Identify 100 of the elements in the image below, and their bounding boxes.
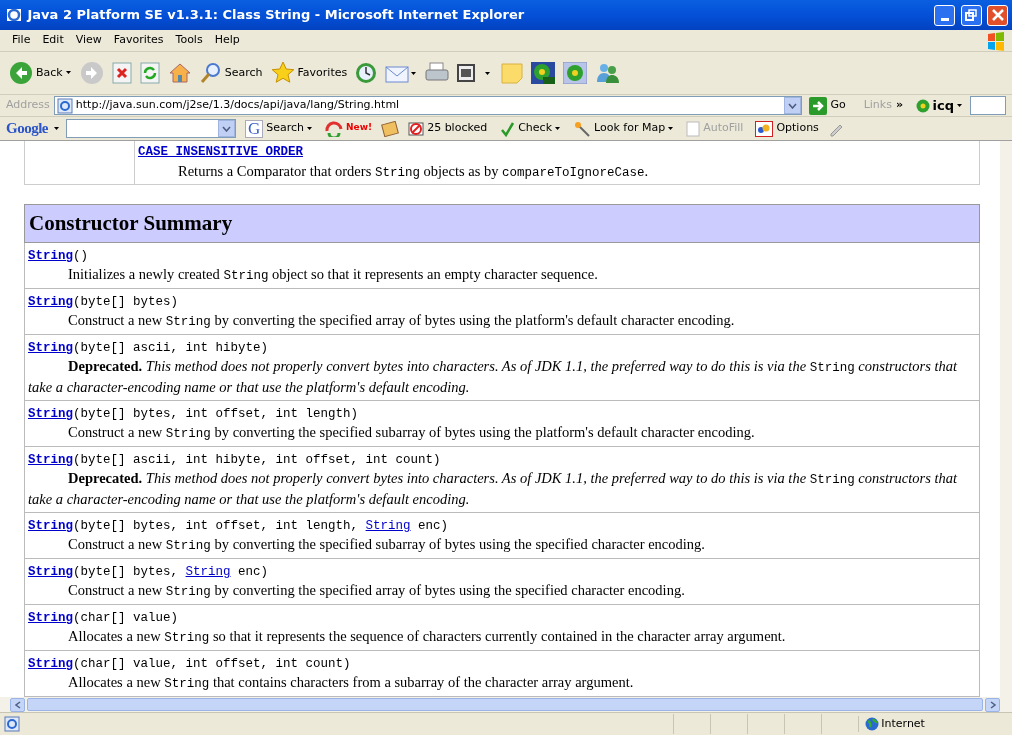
- window-title: Java 2 Platform SE v1.3.1: Class String - Microsoft Internet Explorer: [27, 6, 526, 25]
- map-button[interactable]: Look for Map: [570, 118, 678, 139]
- parameter-list: (byte[] bytes): [73, 295, 179, 310]
- constructor-description: Initializes a newly created String object so that it represents an empty character sequence.: [68, 266, 598, 283]
- address-label: Address: [6, 97, 50, 114]
- popup-blocker-button[interactable]: 25 blocked: [405, 118, 491, 139]
- spell-check-button[interactable]: Check: [496, 118, 565, 139]
- scroll-left-icon[interactable]: [14, 700, 21, 709]
- deprecation-note: Deprecated. This method does not properly convert bytes into characters. As of JDK 1.1, the preferred way to do this is via the String constructors that take a character-encoding name or that use the platform's default encoding.: [28, 358, 957, 396]
- field-link[interactable]: CASE_INSENSITIVE_ORDER: [138, 145, 304, 159]
- blocked-window-icon: [408, 120, 425, 137]
- parameter-list: (): [73, 249, 89, 264]
- field-description: Returns a Comparator that orders String objects as by compareToIgnoreCase.: [178, 162, 649, 179]
- constructor-link[interactable]: String: [28, 611, 73, 626]
- windows-flag-icon: [986, 30, 1006, 51]
- section-heading: Constructor Summary: [25, 204, 979, 243]
- parameter-list: (byte[] bytes, int offset, int length): [73, 407, 359, 422]
- caret-icon: [668, 126, 675, 131]
- flower-icon: [563, 62, 588, 84]
- deprecation-note: Deprecated. This method does not properly convert bytes into characters. As of JDK 1.1, the preferred way to do this is via the String constructors that take a character-encoding name or that use the platform's default encoding.: [28, 470, 957, 508]
- constructor-description: Allocates a new String that contains characters from a subarray of the character array argument.: [68, 674, 634, 691]
- notepad-icon[interactable]: [381, 120, 400, 137]
- search-field[interactable]: [66, 119, 236, 138]
- printer-icon: [425, 62, 450, 84]
- search-button[interactable]: G Search: [242, 117, 317, 140]
- menu-item[interactable]: Tools: [169, 30, 209, 51]
- constructor-link[interactable]: String: [28, 453, 73, 468]
- google-logo[interactable]: Google: [6, 117, 48, 140]
- constructor-description: Construct a new String by converting the specified array of bytes using the platform's default character encoding.: [68, 312, 735, 329]
- globe-icon: [864, 717, 879, 731]
- star-icon: [270, 61, 295, 85]
- icq-button[interactable]: icq: [912, 93, 966, 118]
- constructor-link[interactable]: String: [28, 657, 73, 672]
- caret-icon: [307, 126, 314, 131]
- zone-label: Internet: [881, 715, 925, 732]
- news-button[interactable]: New!: [322, 118, 376, 139]
- flower-icon: [915, 98, 930, 113]
- search-icon: [199, 62, 222, 84]
- options-icon: [755, 120, 774, 137]
- constructor-link[interactable]: String: [28, 519, 73, 534]
- checkmark-icon: [499, 120, 516, 137]
- scroll-right-icon[interactable]: [989, 700, 996, 709]
- constructor-link[interactable]: String: [28, 565, 73, 580]
- back-button[interactable]: Back: [6, 59, 75, 87]
- search-field[interactable]: [970, 96, 1006, 115]
- wand-icon: [573, 120, 592, 137]
- constructor-description: Allocates a new String so that it represents the sequence of characters currently contained in the character array argument.: [68, 628, 786, 645]
- form-icon: [686, 120, 701, 137]
- favorites-button[interactable]: Favorites: [267, 59, 351, 87]
- menu-item[interactable]: View: [69, 30, 108, 51]
- caret-icon: [555, 126, 562, 131]
- constructor-description: Construct a new String by converting the specified array of bytes using the specified character encoding.: [68, 582, 685, 599]
- maximize-icon: [965, 9, 977, 21]
- constructor-link[interactable]: String: [28, 341, 73, 356]
- parameter-list: (byte[] ascii, int hibyte, int offset, int count): [73, 453, 441, 468]
- clock-icon: [355, 62, 378, 84]
- constructor-link[interactable]: String: [28, 407, 73, 422]
- dropdown-icon: [788, 102, 798, 109]
- menu-item[interactable]: Help: [208, 30, 246, 51]
- refresh-icon: [139, 62, 160, 84]
- sticky-note-icon: [501, 62, 524, 84]
- caret-icon: [957, 103, 963, 108]
- address-field[interactable]: http://java.sun.com/j2se/1.3/docs/api/java/lang/String.html: [53, 96, 803, 115]
- parameter-list: (byte[] ascii, int hibyte): [73, 341, 269, 356]
- caret-icon: [54, 126, 60, 131]
- parameter-list: (byte[] bytes,: [73, 565, 186, 580]
- parameter-list: enc): [410, 519, 449, 534]
- page-icon: [56, 97, 73, 114]
- parameter-list: (byte[] bytes, int offset, int length,: [73, 519, 366, 534]
- chevron-button[interactable]: »: [895, 97, 904, 114]
- minimize-icon: [940, 17, 949, 21]
- stop-icon: [111, 62, 132, 84]
- people-icon: [595, 62, 622, 84]
- constructor-description: Construct a new String by converting the specified subarray of bytes using the platform's default character encoding.: [68, 424, 755, 441]
- type-link[interactable]: String: [365, 519, 411, 534]
- menu-item[interactable]: Edit: [36, 30, 70, 51]
- swirl-icon: [325, 120, 344, 137]
- caret-icon: [65, 71, 72, 75]
- browser-icon: [6, 7, 22, 23]
- parameter-list: (char[] value): [73, 611, 179, 626]
- flower-icon: [531, 62, 556, 84]
- horizontal-scrollbar[interactable]: [0, 697, 1012, 712]
- menu-item[interactable]: Favorites: [107, 30, 170, 51]
- menu-item[interactable]: File: [6, 30, 37, 51]
- type-link[interactable]: String: [185, 565, 231, 580]
- go-button[interactable]: Go: [806, 94, 849, 117]
- close-icon: [991, 9, 1004, 21]
- house-icon: [167, 61, 192, 85]
- parameter-list: enc): [230, 565, 269, 580]
- minimize-button[interactable]: [934, 4, 955, 26]
- constructor-link[interactable]: String: [28, 295, 73, 310]
- search-button[interactable]: Search: [196, 60, 266, 86]
- close-button[interactable]: [987, 4, 1008, 26]
- constructor-description: Construct a new String by converting the specified subarray of bytes using the specified character encoding.: [68, 536, 705, 553]
- options-button[interactable]: Options: [752, 118, 822, 139]
- maximize-button[interactable]: [960, 4, 982, 26]
- page-icon: [4, 716, 20, 732]
- constructor-link[interactable]: String: [28, 249, 73, 264]
- parameter-list: (char[] value, int offset, int count): [73, 657, 351, 672]
- vertical-scrollbar[interactable]: [1000, 141, 1012, 697]
